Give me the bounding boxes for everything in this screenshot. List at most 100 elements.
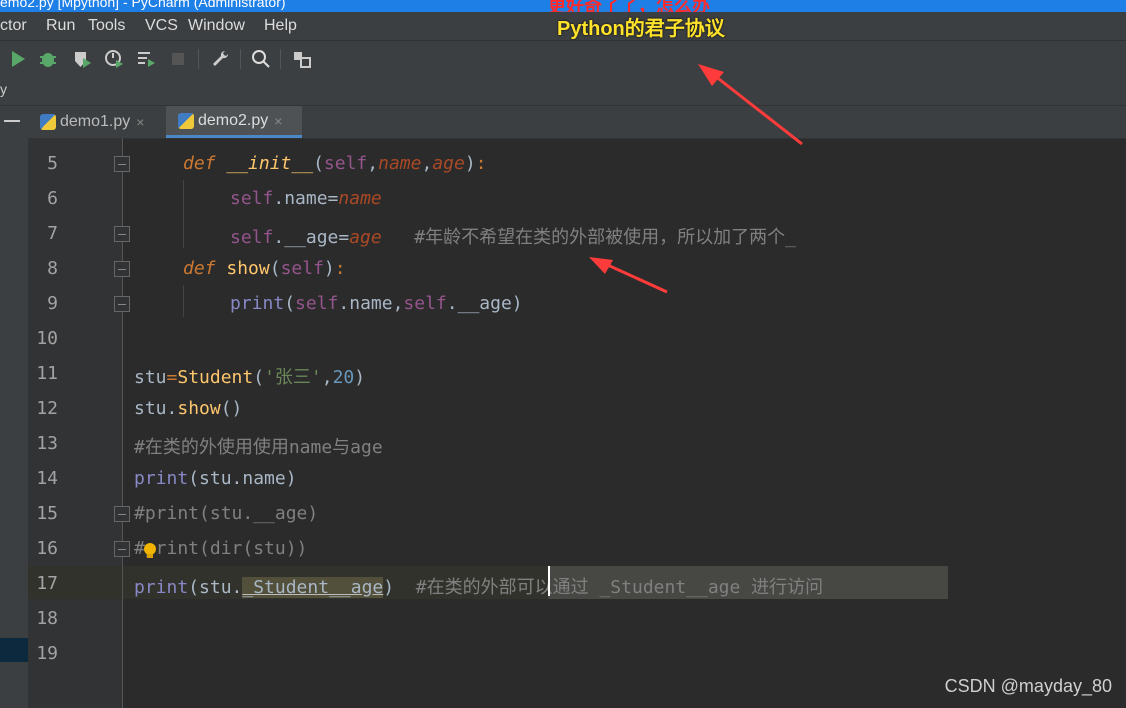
- fold-marker-icon[interactable]: [114, 506, 130, 522]
- fold-marker-icon[interactable]: [114, 541, 130, 557]
- param: name: [338, 188, 382, 209]
- code-line-11[interactable]: stu=Student('张三',20): [134, 363, 365, 389]
- close-icon[interactable]: ×: [274, 113, 282, 129]
- code-line-7[interactable]: self.__age=age #年龄不希望在类的外部被使用，所以加了两个_: [230, 223, 796, 249]
- project-tool-highlight[interactable]: [0, 638, 28, 662]
- builtin: print: [134, 577, 189, 598]
- code-line-5[interactable]: def __init__(self,name,age):: [183, 153, 487, 174]
- code-text: (stu.name): [188, 468, 297, 489]
- menu-refactor[interactable]: ctor: [0, 17, 27, 35]
- code-text: stu.: [134, 398, 178, 419]
- stop-icon[interactable]: [168, 49, 188, 69]
- toolbar: [0, 40, 1126, 78]
- window-title: emo2.py [Mpython] - PyCharm (Administrat…: [0, 0, 286, 10]
- builtin: print: [230, 293, 285, 314]
- code-line-6[interactable]: self.name=name: [230, 188, 382, 209]
- line-number: 17: [36, 573, 58, 594]
- tab-demo1[interactable]: demo1.py ×: [28, 106, 162, 138]
- line-number: 7: [47, 223, 58, 244]
- line-number: 9: [47, 293, 58, 314]
- code-text: .__age): [446, 293, 523, 314]
- code-text: ): [383, 577, 395, 598]
- line-number: 18: [36, 608, 58, 629]
- annotation-yellow-text: Python的君子协议: [557, 18, 725, 40]
- code-line-8[interactable]: def show(self):: [183, 258, 346, 279]
- toolbar-separator: [198, 49, 199, 69]
- comment: #年龄不希望在类的外部被使用，所以加了两个_: [414, 227, 796, 248]
- self-ref: self: [230, 188, 274, 209]
- function-name: __init__: [226, 153, 314, 174]
- sdk-manager-icon[interactable]: [292, 49, 312, 69]
- toolbar-separator: [240, 49, 241, 69]
- comment: #print(stu.__age): [134, 503, 319, 524]
- close-icon[interactable]: ×: [136, 114, 144, 130]
- comment: #print(dir(stu)): [134, 538, 308, 559]
- python-file-icon: [40, 114, 56, 130]
- fold-marker-icon[interactable]: [114, 226, 130, 242]
- collapse-icon[interactable]: [4, 120, 20, 122]
- method-name: show: [177, 398, 221, 419]
- editor-tab-bar: demo1.py × demo2.py ×: [28, 106, 1126, 139]
- menu-vcs[interactable]: VCS: [145, 17, 178, 35]
- code-line-9[interactable]: print(self.name,self.__age): [230, 293, 523, 314]
- debug-icon[interactable]: [38, 49, 58, 69]
- operator: =: [166, 367, 178, 388]
- line-number: 13: [36, 433, 58, 454]
- line-number: 11: [36, 363, 58, 384]
- search-icon[interactable]: [251, 49, 271, 69]
- fold-marker-icon[interactable]: [114, 261, 130, 277]
- code-text: stu: [134, 367, 167, 388]
- left-tool-strip: [0, 106, 28, 708]
- comment: #在类的外使用使用name与age: [134, 437, 383, 458]
- function-name: show: [226, 258, 270, 279]
- settings-wrench-icon[interactable]: [210, 49, 230, 69]
- tab-demo2[interactable]: demo2.py ×: [166, 106, 302, 138]
- menu-run[interactable]: Run: [46, 17, 75, 35]
- line-number: 14: [36, 468, 58, 489]
- number: 20: [332, 367, 355, 388]
- concurrency-icon[interactable]: [136, 49, 156, 69]
- line-number: 8: [47, 258, 58, 279]
- text-cursor: [548, 566, 550, 596]
- code-line-13[interactable]: #在类的外使用使用name与age: [134, 433, 383, 459]
- attribute: .name=: [273, 188, 339, 209]
- comment: #在类的外部可以通过 _Student__age 进行访问: [415, 577, 824, 598]
- code-line-14[interactable]: print(stu.name): [134, 468, 297, 489]
- line-number: 5: [47, 153, 58, 174]
- line-number: 15: [36, 503, 58, 524]
- class-name: Student: [177, 367, 254, 388]
- line-number: 19: [36, 643, 58, 664]
- self-ref: self: [230, 227, 274, 248]
- private-attribute: _Student__age: [242, 577, 384, 598]
- profile-icon[interactable]: [104, 49, 124, 69]
- python-file-icon: [178, 112, 194, 129]
- fold-marker-icon[interactable]: [114, 156, 130, 172]
- param: age: [432, 153, 465, 174]
- run-icon[interactable]: [8, 49, 28, 69]
- line-number: 16: [36, 538, 58, 559]
- annotation-arrow-icon: [698, 64, 803, 146]
- menu-tools[interactable]: Tools: [88, 17, 125, 35]
- code-line-16[interactable]: #print(dir(stu)): [134, 538, 307, 559]
- code-line-12[interactable]: stu.show(): [134, 398, 242, 419]
- code-text: (stu.: [188, 577, 243, 598]
- fold-marker-icon[interactable]: [114, 296, 130, 312]
- code-line-17[interactable]: print(stu._Student__age) #在类的外部可以通过 _Stu…: [134, 573, 823, 599]
- builtin: print: [134, 468, 189, 489]
- tab-label: demo1.py: [60, 113, 131, 130]
- indent-guide: [183, 285, 184, 317]
- coverage-icon[interactable]: [72, 49, 92, 69]
- param-self: self: [280, 258, 324, 279]
- keyword: def: [183, 258, 216, 279]
- keyword: def: [183, 153, 216, 174]
- gutter-divider: [122, 138, 123, 708]
- attribute: .__age=: [273, 227, 350, 248]
- tab-label: demo2.py: [198, 111, 269, 129]
- lightbulb-icon[interactable]: [143, 542, 157, 560]
- menu-window[interactable]: Window: [188, 17, 245, 35]
- breadcrumb[interactable]: y: [0, 81, 7, 97]
- line-number: 6: [47, 188, 58, 209]
- code-line-15[interactable]: #print(stu.__age): [134, 503, 318, 524]
- menu-help[interactable]: Help: [264, 17, 297, 35]
- navigation-bar: y: [0, 77, 1126, 106]
